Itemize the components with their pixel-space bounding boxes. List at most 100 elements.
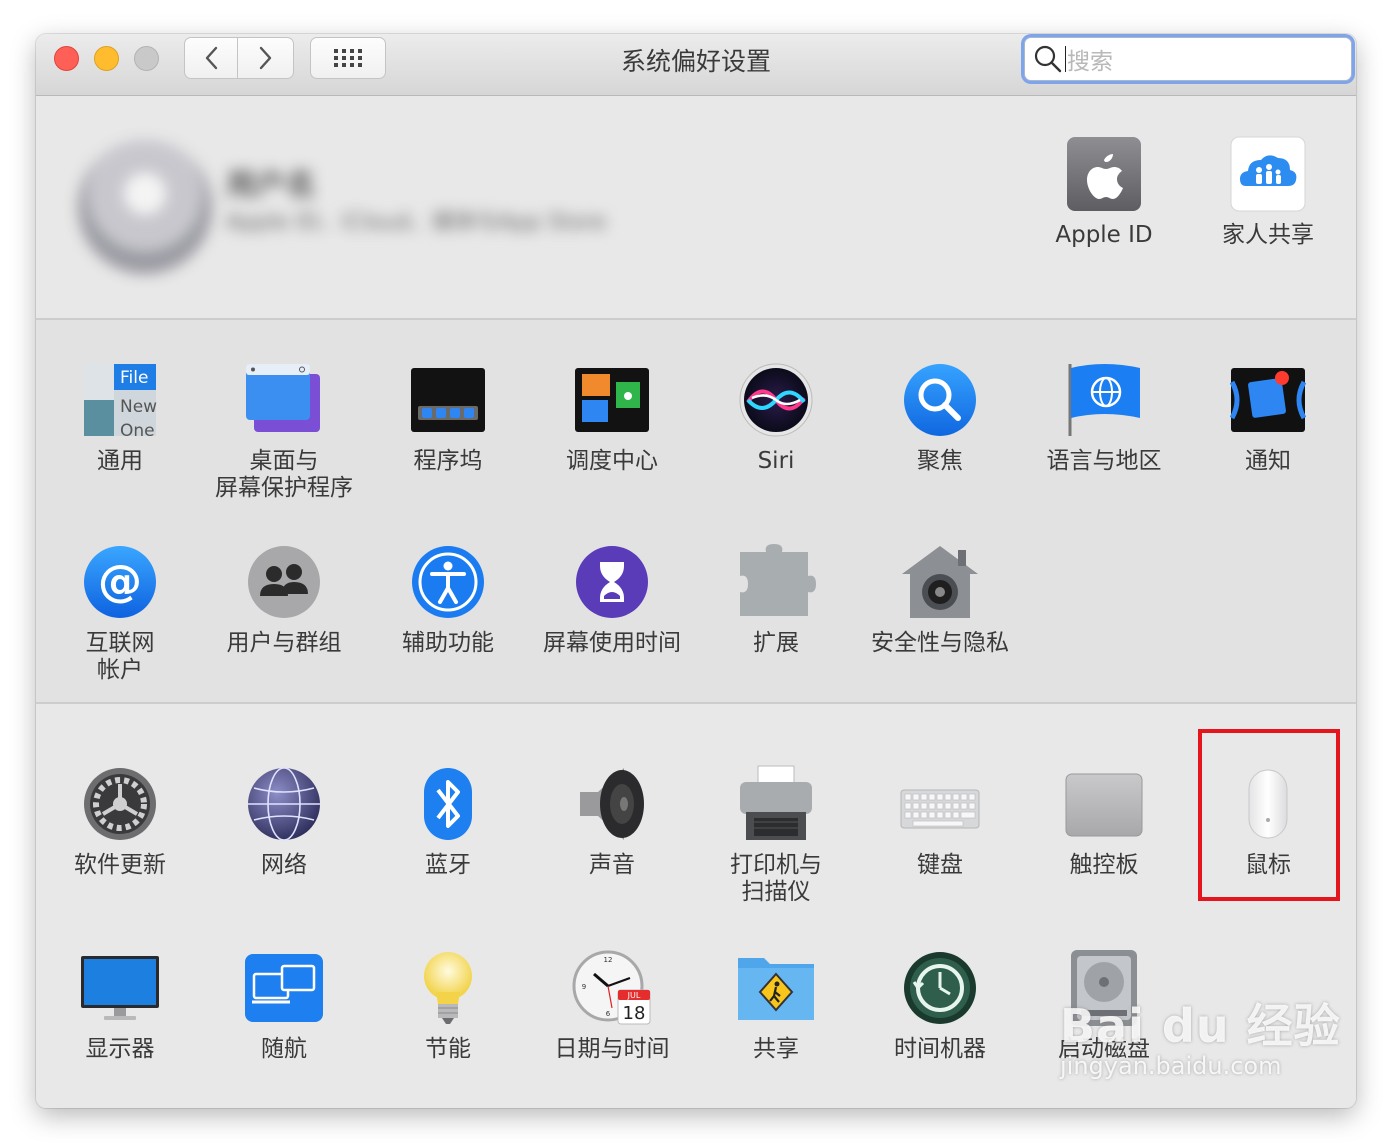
network-icon xyxy=(244,764,324,844)
personal-prefs-section: File New One 通用 桌面与 屏幕保护程序 程序坞 调度中心 Siri… xyxy=(36,320,1356,704)
pref-label: 语言与地区 xyxy=(1046,448,1162,474)
pref-sound[interactable]: 声音 xyxy=(530,764,694,879)
extensions-icon xyxy=(736,542,816,622)
time-machine-icon xyxy=(900,948,980,1028)
spotlight-icon xyxy=(900,360,980,440)
pref-label: 打印机与 扫描仪 xyxy=(730,852,822,905)
pref-label: 节能 xyxy=(425,1036,471,1062)
pref-apple-id[interactable]: Apple ID xyxy=(1022,134,1186,249)
keyboard-icon xyxy=(900,764,980,844)
mouse-highlight-box xyxy=(1198,729,1340,901)
pref-label: 启动磁盘 xyxy=(1058,1036,1150,1062)
svg-text:One: One xyxy=(120,421,155,438)
mission-control-icon xyxy=(572,360,652,440)
sharing-icon xyxy=(736,948,816,1028)
pref-general[interactable]: File New One 通用 xyxy=(38,360,202,475)
pref-spotlight[interactable]: 聚焦 xyxy=(858,360,1022,475)
svg-text:JUL: JUL xyxy=(627,991,641,1000)
accessibility-icon xyxy=(408,542,488,622)
notifications-icon xyxy=(1228,360,1308,440)
internet-accounts-icon: @ xyxy=(80,542,160,622)
apple-id-icon xyxy=(1064,134,1144,214)
trackpad-icon xyxy=(1064,764,1144,844)
general-icon: File New One xyxy=(80,360,160,440)
pref-users-groups[interactable]: 用户与群组 xyxy=(202,542,366,657)
pref-label: 通知 xyxy=(1245,448,1291,474)
pref-label: 软件更新 xyxy=(74,852,166,878)
user-avatar[interactable] xyxy=(78,140,212,274)
dock-icon xyxy=(408,360,488,440)
pref-sidecar[interactable]: 随航 xyxy=(202,948,366,1063)
pref-energy-saver[interactable]: 节能 xyxy=(366,948,530,1063)
pref-label: 屏幕使用时间 xyxy=(543,630,681,656)
svg-text:9: 9 xyxy=(582,983,586,991)
date-time-icon: 12 9 6 JUL 18 xyxy=(572,948,652,1028)
pref-sharing[interactable]: 共享 xyxy=(694,948,858,1063)
search-field[interactable]: 搜索 xyxy=(1024,37,1352,81)
screen-time-icon xyxy=(572,542,652,622)
svg-text:6: 6 xyxy=(606,1010,611,1018)
pref-siri[interactable]: Siri xyxy=(694,360,858,475)
pref-software-update[interactable]: 软件更新 xyxy=(38,764,202,879)
pref-label: 用户与群组 xyxy=(226,630,342,656)
svg-text:18: 18 xyxy=(623,1003,646,1024)
pref-label: 时间机器 xyxy=(894,1036,986,1062)
account-section: 用户名 Apple ID、iCloud、媒体与App Store Apple I… xyxy=(36,96,1356,320)
pref-label: 共享 xyxy=(753,1036,799,1062)
pref-notifications[interactable]: 通知 xyxy=(1186,360,1350,475)
security-privacy-icon xyxy=(900,542,980,622)
energy-saver-icon xyxy=(408,948,488,1028)
family-sharing-label: 家人共享 xyxy=(1222,222,1314,248)
pref-extensions[interactable]: 扩展 xyxy=(694,542,858,657)
users-groups-icon xyxy=(244,542,324,622)
text-cursor xyxy=(1065,46,1066,72)
pref-security-privacy[interactable]: 安全性与隐私 xyxy=(858,542,1022,657)
pref-bluetooth[interactable]: 蓝牙 xyxy=(366,764,530,879)
pref-mission-control[interactable]: 调度中心 xyxy=(530,360,694,475)
pref-dock[interactable]: 程序坞 xyxy=(366,360,530,475)
displays-icon xyxy=(80,948,160,1028)
pref-network[interactable]: 网络 xyxy=(202,764,366,879)
pref-displays[interactable]: 显示器 xyxy=(38,948,202,1063)
pref-internet-accounts[interactable]: @ 互联网 帐户 xyxy=(38,542,202,684)
user-subtitle: Apple ID、iCloud、媒体与App Store xyxy=(226,210,607,235)
pref-label: 扩展 xyxy=(753,630,799,656)
system-preferences-window: 系统偏好设置 搜索 用户名 Apple ID、iCloud、媒体与App Sto… xyxy=(36,34,1356,1108)
pref-date-time[interactable]: 12 9 6 JUL 18 日期与时间 xyxy=(530,948,694,1063)
desktop-icon xyxy=(244,360,324,440)
search-placeholder: 搜索 xyxy=(1067,49,1113,75)
pref-label: 辅助功能 xyxy=(402,630,494,656)
pref-label: 调度中心 xyxy=(566,448,658,474)
pref-desktop-screensaver[interactable]: 桌面与 屏幕保护程序 xyxy=(202,360,366,502)
printer-icon xyxy=(736,764,816,844)
title-bar: 系统偏好设置 搜索 xyxy=(36,34,1356,96)
startup-disk-icon xyxy=(1064,948,1144,1028)
pref-screen-time[interactable]: 屏幕使用时间 xyxy=(530,542,694,657)
pref-label: 日期与时间 xyxy=(554,1036,670,1062)
search-icon xyxy=(1034,45,1062,73)
apple-id-label: Apple ID xyxy=(1055,222,1153,248)
pref-startup-disk[interactable]: 启动磁盘 xyxy=(1022,948,1186,1063)
pref-accessibility[interactable]: 辅助功能 xyxy=(366,542,530,657)
svg-text:12: 12 xyxy=(604,956,613,964)
pref-label: 桌面与 屏幕保护程序 xyxy=(215,448,353,501)
svg-text:New: New xyxy=(120,397,157,417)
pref-label: 程序坞 xyxy=(413,448,483,474)
pref-label: 键盘 xyxy=(917,852,963,878)
sound-icon xyxy=(572,764,652,844)
siri-icon xyxy=(736,360,816,440)
pref-label: 蓝牙 xyxy=(425,852,471,878)
sidecar-icon xyxy=(244,948,324,1028)
pref-time-machine[interactable]: 时间机器 xyxy=(858,948,1022,1063)
hardware-prefs-section: 软件更新 网络 蓝牙 声音 打印机与 扫描仪 键盘 触控板 鼠标 显示器 随航 … xyxy=(36,704,1356,1108)
pref-family-sharing[interactable]: 家人共享 xyxy=(1186,134,1350,249)
pref-label: 触控板 xyxy=(1069,852,1139,878)
software-update-icon xyxy=(80,764,160,844)
bluetooth-icon xyxy=(408,764,488,844)
pref-printers-scanners[interactable]: 打印机与 扫描仪 xyxy=(694,764,858,906)
svg-text:File: File xyxy=(120,368,148,388)
pref-language-region[interactable]: 语言与地区 xyxy=(1022,360,1186,475)
family-sharing-icon xyxy=(1228,134,1308,214)
pref-trackpad[interactable]: 触控板 xyxy=(1022,764,1186,879)
pref-keyboard[interactable]: 键盘 xyxy=(858,764,1022,879)
